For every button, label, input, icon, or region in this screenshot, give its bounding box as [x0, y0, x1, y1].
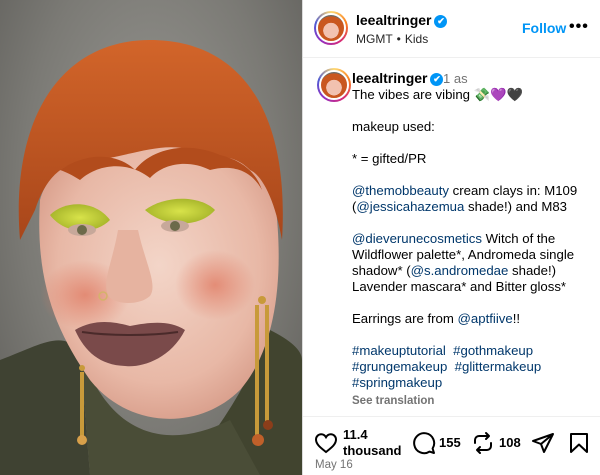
post-date[interactable]: May 16	[315, 459, 353, 471]
username-text[interactable]: leealtringer	[352, 70, 427, 86]
audio-title[interactable]: Kids	[405, 32, 428, 46]
mention-link[interactable]: @aptfiive	[458, 311, 513, 326]
share-icon[interactable]	[531, 431, 555, 455]
likes-unit[interactable]: thousand	[343, 443, 402, 458]
caption-section: leealtringer ✔ 1 as The vibes are vibing …	[303, 58, 600, 416]
action-bar: 11.4 thousand 155 108 May 16	[303, 416, 600, 475]
hashtag-link[interactable]: #glittermakeup	[455, 359, 542, 374]
portrait-image	[0, 40, 302, 475]
post-header: leealtringer ✔ MGMT • Kids Follow •••	[303, 0, 600, 58]
caption-line1: The vibes are vibing 💸💜🖤	[352, 87, 592, 103]
hashtag-list: #makeuptutorial #gothmakeup #grungemakeu…	[352, 343, 592, 391]
bookmark-icon[interactable]	[567, 431, 591, 455]
caption-line1-text: The vibes are vibing	[352, 87, 471, 102]
post-time[interactable]: 1 as	[443, 71, 468, 86]
likes-count[interactable]: 11.4	[343, 427, 368, 442]
makeup-used-line: makeup used:	[352, 119, 435, 134]
username-text[interactable]: leealtringer	[356, 12, 431, 28]
caption-paragraph-2: @dieverunecosmetics Witch of the Wildflo…	[352, 231, 592, 295]
hashtag-link[interactable]: #makeuptutorial	[352, 343, 446, 358]
post-photo[interactable]	[0, 0, 302, 475]
hashtag-link[interactable]: #springmakeup	[352, 375, 442, 390]
follow-button[interactable]: Follow	[522, 20, 566, 36]
verified-icon: ✔	[434, 15, 448, 28]
mention-link[interactable]: @jessicahazemua	[356, 199, 464, 214]
mention-link[interactable]: @themobbeauty	[352, 183, 449, 198]
comments-count[interactable]: 155	[439, 435, 461, 450]
gifted-note: * = gifted/PR	[352, 151, 427, 166]
mention-link[interactable]: @s.andromedae	[411, 263, 509, 278]
hashtag-link[interactable]: #grungemakeup	[352, 359, 447, 374]
audio-artist[interactable]: MGMT	[356, 32, 393, 46]
verified-icon: ✔	[430, 73, 444, 86]
caption-username[interactable]: leealtringer ✔	[352, 70, 444, 86]
caption-avatar[interactable]	[317, 68, 351, 102]
post-side-panel: leealtringer ✔ MGMT • Kids Follow ••• leeal…	[302, 0, 600, 475]
caption-paragraph-3: Earrings are from @aptfiive!!	[352, 311, 592, 327]
mention-link[interactable]: @dieverunecosmetics	[352, 231, 482, 246]
caption-text-span: !!	[512, 311, 521, 326]
caption-emoji: 💸💜🖤	[473, 87, 523, 102]
heart-icon[interactable]	[314, 431, 338, 455]
caption-paragraph-1: @themobbeauty cream clays in: M109 (@jes…	[352, 183, 592, 215]
more-icon[interactable]: •••	[569, 18, 589, 36]
caption-text-span: Earrings are from	[352, 311, 458, 326]
comment-icon[interactable]	[412, 431, 436, 455]
hashtag-link[interactable]: #gothmakeup	[453, 343, 533, 358]
reposts-count[interactable]: 108	[499, 435, 521, 450]
caption-text-span: shade!) and M83	[464, 199, 567, 214]
author-username[interactable]: leealtringer ✔	[356, 12, 448, 28]
separator-dot: •	[396, 32, 401, 46]
caption-text: The vibes are vibing 💸💜🖤 makeup used: * …	[352, 87, 592, 409]
repost-icon[interactable]	[471, 431, 495, 455]
author-avatar[interactable]	[314, 11, 348, 45]
see-translation-link[interactable]: See translation	[352, 393, 592, 409]
audio-info[interactable]: MGMT • Kids	[356, 32, 428, 46]
